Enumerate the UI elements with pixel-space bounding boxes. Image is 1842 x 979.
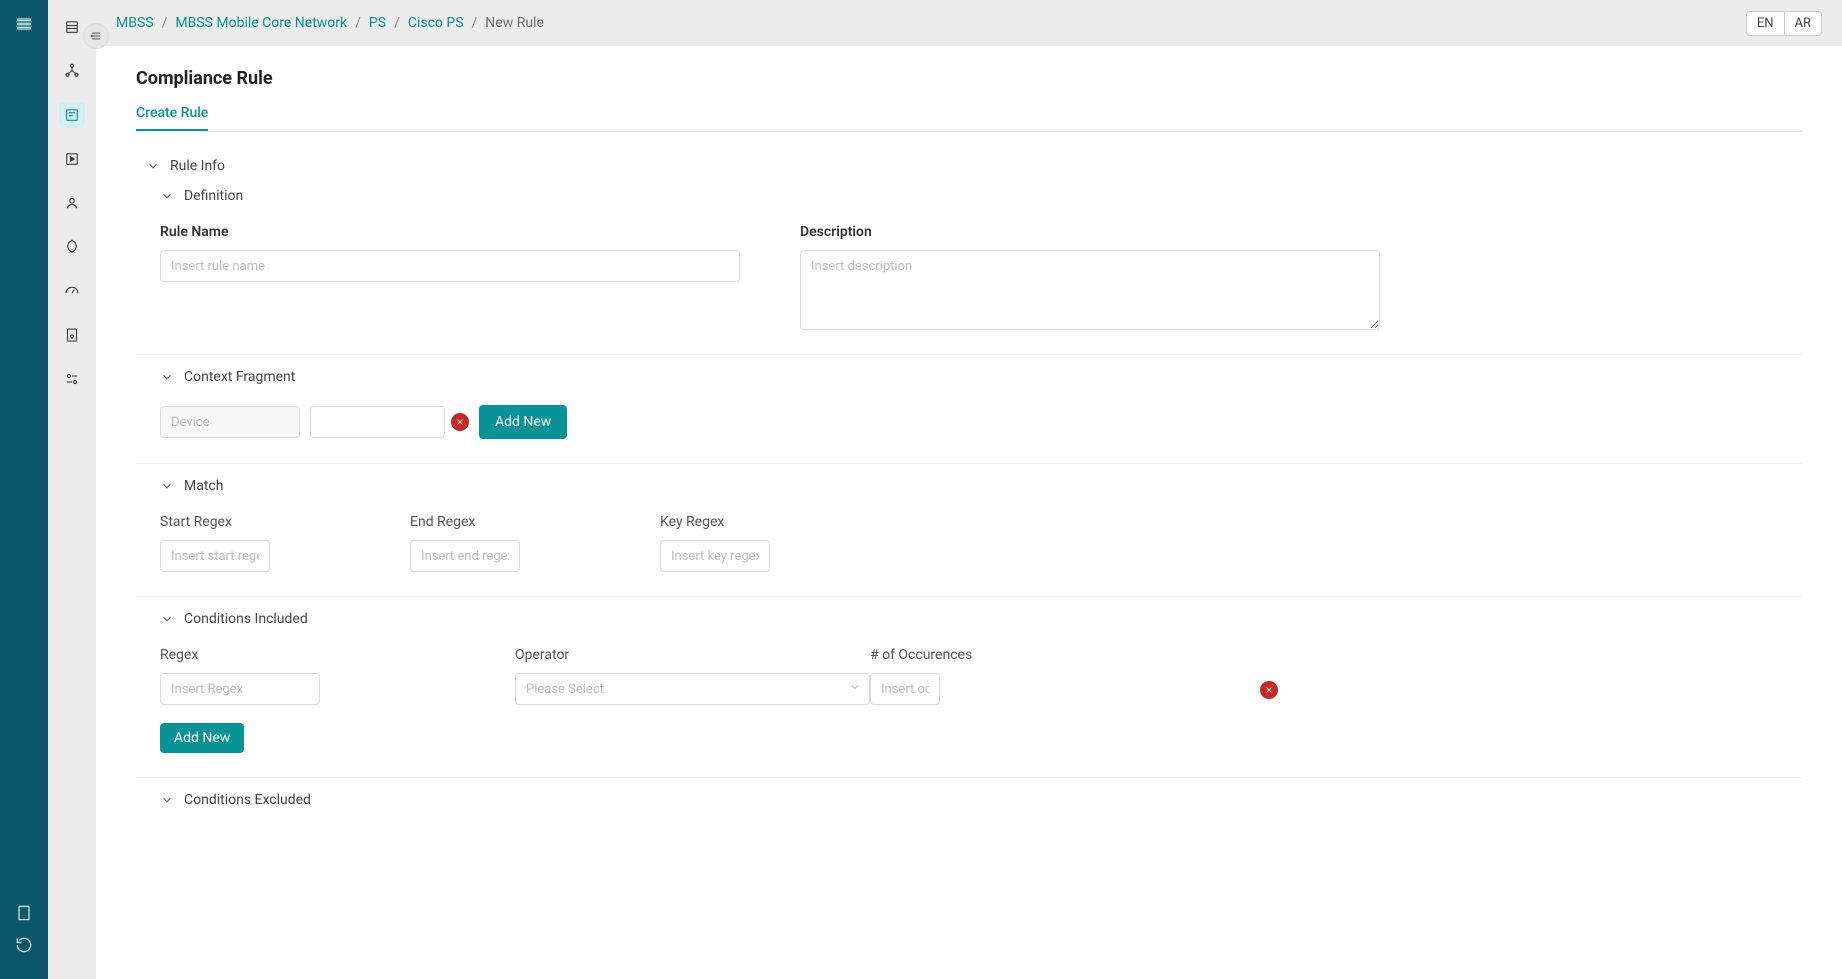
breadcrumb-sep: / bbox=[394, 15, 400, 31]
chevron-down-icon bbox=[160, 612, 174, 626]
field-start-regex: Start Regex bbox=[160, 514, 270, 572]
breadcrumb-current: New Rule bbox=[485, 15, 544, 31]
section-header-context-fragment[interactable]: Context Fragment bbox=[136, 369, 1802, 385]
start-regex-input[interactable] bbox=[160, 540, 270, 572]
section-title: Rule Info bbox=[170, 158, 225, 174]
section-header-definition[interactable]: Definition bbox=[136, 188, 1802, 204]
cond-occurrences-input[interactable] bbox=[870, 673, 940, 705]
breadcrumb-link[interactable]: MBSS bbox=[116, 15, 154, 31]
field-rule-name: Rule Name bbox=[160, 224, 740, 330]
rule-name-input[interactable] bbox=[160, 250, 740, 282]
nav-item-play-icon[interactable] bbox=[59, 146, 85, 172]
rail-menu-icon[interactable] bbox=[10, 10, 38, 38]
nav-item-report-icon[interactable] bbox=[59, 322, 85, 348]
add-new-condition-button[interactable]: Add New bbox=[160, 723, 244, 753]
breadcrumb-sep: / bbox=[472, 15, 478, 31]
nav-item-settings-icon[interactable] bbox=[59, 366, 85, 392]
section-title: Conditions Excluded bbox=[184, 792, 311, 808]
device-input bbox=[160, 406, 300, 438]
collapse-toggle[interactable] bbox=[84, 24, 108, 48]
lang-en-button[interactable]: EN bbox=[1746, 11, 1785, 36]
field-cond-occurrences: # of Occurences bbox=[870, 647, 1260, 705]
section-header-rule-info[interactable]: Rule Info bbox=[136, 158, 1802, 174]
section-definition: Definition Rule Name Description bbox=[136, 188, 1802, 355]
breadcrumb-link[interactable]: MBSS Mobile Core Network bbox=[175, 15, 347, 31]
language-switch: EN AR bbox=[1746, 11, 1822, 36]
remove-condition-button[interactable] bbox=[1260, 681, 1278, 699]
section-header-conditions-included[interactable]: Conditions Included bbox=[136, 611, 1802, 627]
description-textarea[interactable] bbox=[800, 250, 1380, 330]
add-new-fragment-button[interactable]: Add New bbox=[479, 405, 567, 439]
section-context-fragment: Context Fragment Add New bbox=[136, 355, 1802, 464]
chevron-down-icon bbox=[160, 370, 174, 384]
end-regex-input[interactable] bbox=[410, 540, 520, 572]
section-rule-info: Rule Info Definition Rule Name Descripti… bbox=[136, 144, 1802, 814]
cond-operator-select[interactable]: Please Select bbox=[515, 673, 870, 705]
page-title: Compliance Rule bbox=[136, 68, 1802, 89]
breadcrumb-sep: / bbox=[355, 15, 361, 31]
label-description: Description bbox=[800, 224, 1802, 240]
field-cond-operator: Operator Please Select bbox=[515, 647, 870, 705]
key-regex-input[interactable] bbox=[660, 540, 770, 572]
label-key-regex: Key Regex bbox=[660, 514, 770, 530]
section-conditions-included: Conditions Included Regex Operator Pleas… bbox=[136, 597, 1802, 778]
rail-top-group bbox=[10, 10, 38, 38]
breadcrumb-link[interactable]: Cisco PS bbox=[408, 15, 464, 31]
content-scroll[interactable]: Compliance Rule Create Rule Rule Info De… bbox=[96, 46, 1842, 979]
label-cond-occurrences: # of Occurences bbox=[870, 647, 1260, 663]
condition-row: Regex Operator Please Select # of Occure… bbox=[160, 647, 1802, 705]
section-header-conditions-excluded[interactable]: Conditions Excluded bbox=[136, 792, 1802, 808]
nav-item-user-icon[interactable] bbox=[59, 190, 85, 216]
breadcrumb-sep: / bbox=[162, 15, 168, 31]
nav-item-badge-icon[interactable] bbox=[59, 234, 85, 260]
field-cond-regex: Regex bbox=[160, 647, 515, 705]
tab-create-rule[interactable]: Create Rule bbox=[136, 105, 208, 131]
remove-fragment-button[interactable] bbox=[451, 413, 469, 431]
chevron-down-icon bbox=[849, 681, 861, 697]
section-match: Match Start Regex End Regex Key Regex bbox=[136, 464, 1802, 597]
chevron-down-icon bbox=[146, 159, 160, 173]
label-rule-name: Rule Name bbox=[160, 224, 740, 240]
field-end-regex: End Regex bbox=[410, 514, 520, 572]
breadcrumb: MBSS / MBSS Mobile Core Network / PS / C… bbox=[116, 15, 544, 31]
field-description: Description bbox=[800, 224, 1802, 330]
nav-item-gauge-icon[interactable] bbox=[59, 278, 85, 304]
tabs: Create Rule bbox=[136, 105, 1802, 132]
definition-body: Rule Name Description bbox=[136, 224, 1802, 330]
conditions-included-body: Regex Operator Please Select # of Occure… bbox=[136, 647, 1802, 753]
chevron-down-icon bbox=[160, 793, 174, 807]
label-cond-regex: Regex bbox=[160, 647, 515, 663]
select-placeholder: Please Select bbox=[526, 682, 604, 697]
nav-item-topology-icon[interactable] bbox=[59, 58, 85, 84]
section-header-match[interactable]: Match bbox=[136, 478, 1802, 494]
nav-item-list-icon[interactable] bbox=[59, 14, 85, 40]
lang-ar-button[interactable]: AR bbox=[1785, 11, 1823, 36]
match-body: Start Regex End Regex Key Regex bbox=[136, 514, 1802, 572]
chevron-down-icon bbox=[160, 479, 174, 493]
rail-doc-icon[interactable] bbox=[10, 899, 38, 927]
rail-refresh-icon[interactable] bbox=[10, 931, 38, 959]
cond-regex-input[interactable] bbox=[160, 673, 320, 705]
section-title: Context Fragment bbox=[184, 369, 295, 385]
label-start-regex: Start Regex bbox=[160, 514, 270, 530]
top-bar: MBSS / MBSS Mobile Core Network / PS / C… bbox=[96, 0, 1842, 46]
section-title: Match bbox=[184, 478, 223, 494]
section-title: Definition bbox=[184, 188, 243, 204]
chevron-down-icon bbox=[160, 189, 174, 203]
field-key-regex: Key Regex bbox=[660, 514, 770, 572]
fragment-value-input[interactable] bbox=[310, 406, 445, 438]
main-area: MBSS / MBSS Mobile Core Network / PS / C… bbox=[96, 0, 1842, 979]
nav-item-compliance-icon[interactable] bbox=[59, 102, 85, 128]
rail-bottom-group bbox=[10, 899, 38, 969]
context-fragment-row: Add New bbox=[136, 405, 1802, 439]
breadcrumb-link[interactable]: PS bbox=[369, 15, 386, 31]
label-end-regex: End Regex bbox=[410, 514, 520, 530]
section-conditions-excluded: Conditions Excluded bbox=[136, 778, 1802, 814]
label-cond-operator: Operator bbox=[515, 647, 870, 663]
section-title: Conditions Included bbox=[184, 611, 308, 627]
app-rail bbox=[0, 0, 48, 979]
side-nav bbox=[48, 0, 96, 979]
